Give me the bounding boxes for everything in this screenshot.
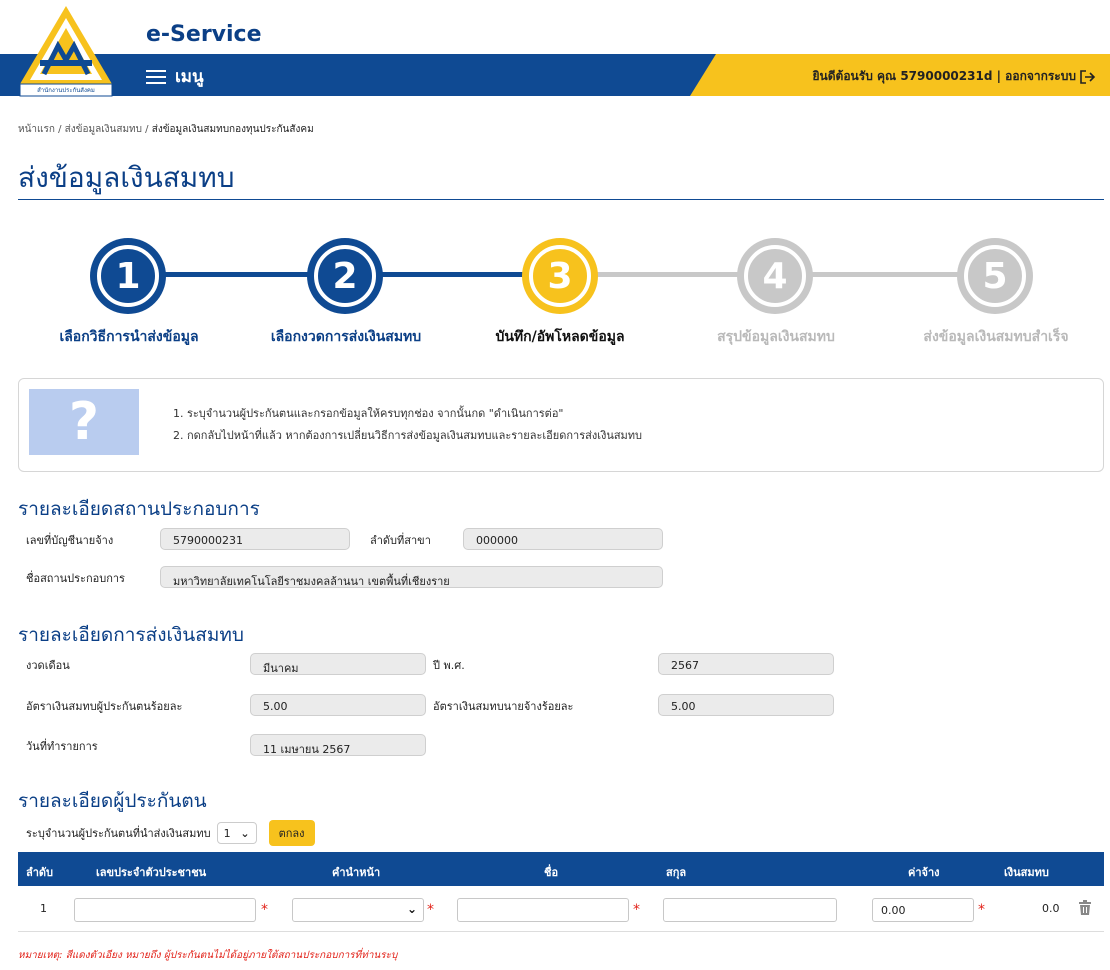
insured-section-title: รายละเอียดผู้ประกันตน (18, 790, 207, 812)
employer-rate-field: 5.00 (658, 694, 834, 716)
top-navbar: เมนู ยินดีต้อนรับ คุณ 5790000231d | ออกจ… (0, 54, 1110, 96)
branch-field: 000000 (463, 528, 663, 550)
required-marker: * (261, 902, 268, 918)
year-label: ปี พ.ศ. (433, 659, 465, 672)
step-2-label: เลือกงวดการส่งเงินสมทบ (270, 329, 422, 345)
establishment-name-field: มหาวิทยาลัยเทคโนโลยีราชมงคลล้านนา เขตพื้… (160, 566, 663, 588)
step-1-circle: 1 (90, 238, 166, 314)
welcome-logout-link[interactable]: ยินดีต้อนรับ คุณ 5790000231d | ออกจากระบ… (813, 67, 1076, 86)
breadcrumb-current: ส่งข้อมูลเงินสมทบกองทุนประกันสังคม (151, 124, 314, 135)
step-1-label: เลือกวิธีการนำส่งข้อมูล (59, 329, 199, 345)
step-connector-4 (800, 272, 960, 277)
step-2-circle: 2 (307, 238, 383, 314)
required-marker: * (427, 902, 434, 918)
insured-rate-label: อัตราเงินสมทบผู้ประกันตนร้อยละ (26, 700, 183, 713)
confirm-count-button[interactable]: ตกลง (268, 820, 315, 846)
insured-table-header: ลำดับ เลขประจำตัวประชาชน คำนำหน้า ชื่อ ส… (18, 852, 1104, 886)
col-prefix: คำนำหน้า (332, 866, 381, 879)
sso-logo-icon (19, 6, 113, 97)
col-contribution: เงินสมทบ (1004, 866, 1049, 879)
hamburger-icon (146, 69, 166, 84)
col-index: ลำดับ (26, 866, 54, 879)
remittance-section-title: รายละเอียดการส่งเงินสมทบ (18, 624, 244, 646)
account-label: เลขที่บัญชีนายจ้าง (26, 534, 114, 547)
logo-caption: สำนักงานประกันสังคม (37, 87, 95, 94)
month-label: งวดเดือน (26, 659, 70, 672)
step-connector-1 (160, 272, 310, 277)
step-4-label: สรุปข้อมูลเงินสมทบ (717, 329, 835, 345)
question-icon: ? (29, 389, 139, 455)
sso-logo: สำนักงานประกันสังคม (18, 4, 114, 98)
instruction-line-2: 2. กดกลับไปหน้าที่แล้ว หากต้องการเปลี่ยน… (173, 429, 643, 442)
step-3-circle: 3 (522, 238, 598, 314)
breadcrumb-home[interactable]: หน้าแรก (18, 124, 55, 135)
footnote: หมายเหตุ: สีแดงตัวเอียง หมายถึง ผู้ประกั… (18, 950, 398, 961)
col-wage: ค่าจ้าง (908, 866, 940, 879)
contribution-value: 0.0 (1042, 902, 1060, 915)
instruction-box: ? 1. ระบุจำนวนผู้ประกันตนและกรอกข้อมูลให… (18, 378, 1104, 472)
chevron-down-icon: ⌄ (406, 902, 417, 916)
row-index: 1 (40, 902, 47, 915)
step-5-circle: 5 (957, 238, 1033, 314)
chevron-down-icon: ⌄ (240, 826, 250, 840)
table-row: 1 * ⌄ * * 0.00 * 0.0 (18, 886, 1104, 932)
required-marker: * (633, 902, 640, 918)
step-connector-2 (370, 272, 530, 277)
national-id-input[interactable] (74, 898, 256, 922)
step-4-circle: 4 (737, 238, 813, 314)
instruction-line-1: 1. ระบุจำนวนผู้ประกันตนและกรอกข้อมูลให้ค… (173, 407, 564, 420)
trash-icon[interactable] (1078, 900, 1092, 916)
first-name-input[interactable] (457, 898, 629, 922)
logout-icon[interactable] (1080, 69, 1096, 84)
col-national-id: เลขประจำตัวประชาชน (96, 866, 207, 879)
step-5-label: ส่งข้อมูลเงินสมทบสำเร็จ (923, 329, 1069, 345)
establishment-section-title: รายละเอียดสถานประกอบการ (18, 498, 260, 520)
title-divider (18, 199, 1104, 200)
establishment-name-label: ชื่อสถานประกอบการ (26, 572, 125, 585)
insured-count-row: ระบุจำนวนผู้ประกันตนที่นำส่งเงินสมทบ 1 ⌄… (26, 820, 315, 846)
welcome-bar: ยินดีต้อนรับ คุณ 5790000231d | ออกจากระบ… (813, 67, 1096, 86)
breadcrumb-level2[interactable]: ส่งข้อมูลเงินสมทบ (65, 124, 142, 135)
insured-rate-field: 5.00 (250, 694, 426, 716)
insured-count-select[interactable]: 1 ⌄ (216, 822, 257, 844)
prefix-select[interactable]: ⌄ (292, 898, 424, 922)
required-marker: * (978, 902, 985, 918)
branch-label: ลำดับที่สาขา (370, 534, 431, 547)
step-connector-3 (590, 272, 740, 277)
menu-label: เมนู (175, 67, 204, 87)
month-field: มีนาคม (250, 653, 426, 675)
wage-input[interactable]: 0.00 (872, 898, 974, 922)
transaction-date-label: วันที่ทำรายการ (26, 740, 98, 753)
page-title: ส่งข้อมูลเงินสมทบ (18, 161, 235, 194)
last-name-input[interactable] (663, 898, 837, 922)
col-last-name: สกุล (666, 866, 687, 879)
col-first-name: ชื่อ (544, 866, 559, 879)
year-field: 2567 (658, 653, 834, 675)
step-3-label: บันทึก/อัพโหลดข้อมูล (495, 329, 625, 345)
breadcrumb: หน้าแรก / ส่งข้อมูลเงินสมทบ / ส่งข้อมูลเ… (18, 124, 314, 135)
insured-count-label: ระบุจำนวนผู้ประกันตนที่นำส่งเงินสมทบ (26, 827, 211, 840)
transaction-date-field: 11 เมษายน 2567 (250, 734, 426, 756)
account-field: 5790000231 (160, 528, 350, 550)
brand-title: e-Service (146, 22, 262, 47)
menu-button[interactable]: เมนู (146, 63, 204, 90)
employer-rate-label: อัตราเงินสมทบนายจ้างร้อยละ (433, 700, 574, 713)
progress-stepper: 1 2 3 4 5 เลือกวิธีการนำส่งข้อมูล เลือกง… (0, 228, 1110, 358)
